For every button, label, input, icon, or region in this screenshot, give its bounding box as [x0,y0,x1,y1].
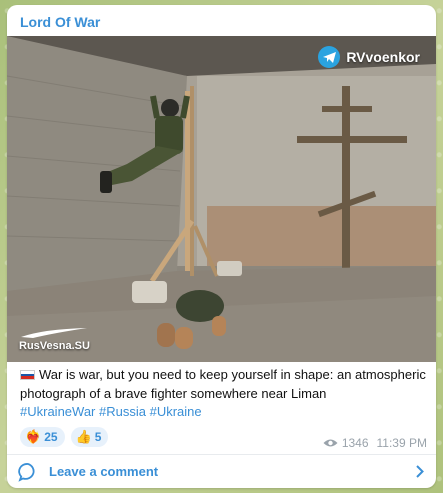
photo-scene [7,36,436,362]
leave-comment-button[interactable]: Leave a comment [7,455,436,488]
reaction-count: 5 [94,430,102,444]
chevron-right-icon [416,465,424,478]
hashtag-ukrainewar[interactable]: #UkraineWar [20,404,95,419]
reaction-heart-fire[interactable]: ❤️‍🔥 25 [20,427,65,447]
reaction-thumbs-up[interactable]: 👍 5 [70,427,109,447]
leave-comment-label: Leave a comment [49,464,159,479]
hashtag-russia[interactable]: #Russia [99,404,146,419]
caption-text: War is war, but you need to keep yoursel… [20,367,426,401]
message-photo[interactable]: RVvoenkor RusVesna.SU [7,36,436,362]
message-card: Lord Of War RVvoenkor RusVesna.SU War is… [7,5,436,488]
photo-watermark-bottom: RusVesna.SU [19,327,90,352]
photo-watermark-top: RVvoenkor [318,46,420,68]
russia-flag-icon [20,370,35,380]
watermark-bottom-text: RusVesna.SU [19,340,90,352]
heart-fire-icon: ❤️‍🔥 [25,429,42,444]
reaction-count: 25 [44,430,58,444]
message-caption: War is war, but you need to keep yoursel… [20,366,430,422]
swallow-logo-icon [21,328,87,338]
comment-bubble-icon [18,462,35,482]
views-count: 1346 [341,436,369,450]
message-time: 11:39 PM [376,436,427,450]
eye-icon [323,439,338,447]
watermark-top-text: RVvoenkor [346,49,420,65]
telegram-icon [318,46,341,68]
channel-name[interactable]: Lord Of War [20,14,100,30]
message-meta: 1346 11:39 PM [323,436,427,450]
thumbs-up-icon: 👍 [75,429,92,444]
reactions-row: ❤️‍🔥 25 👍 5 [20,427,109,447]
hashtag-ukraine[interactable]: #Ukraine [150,404,202,419]
